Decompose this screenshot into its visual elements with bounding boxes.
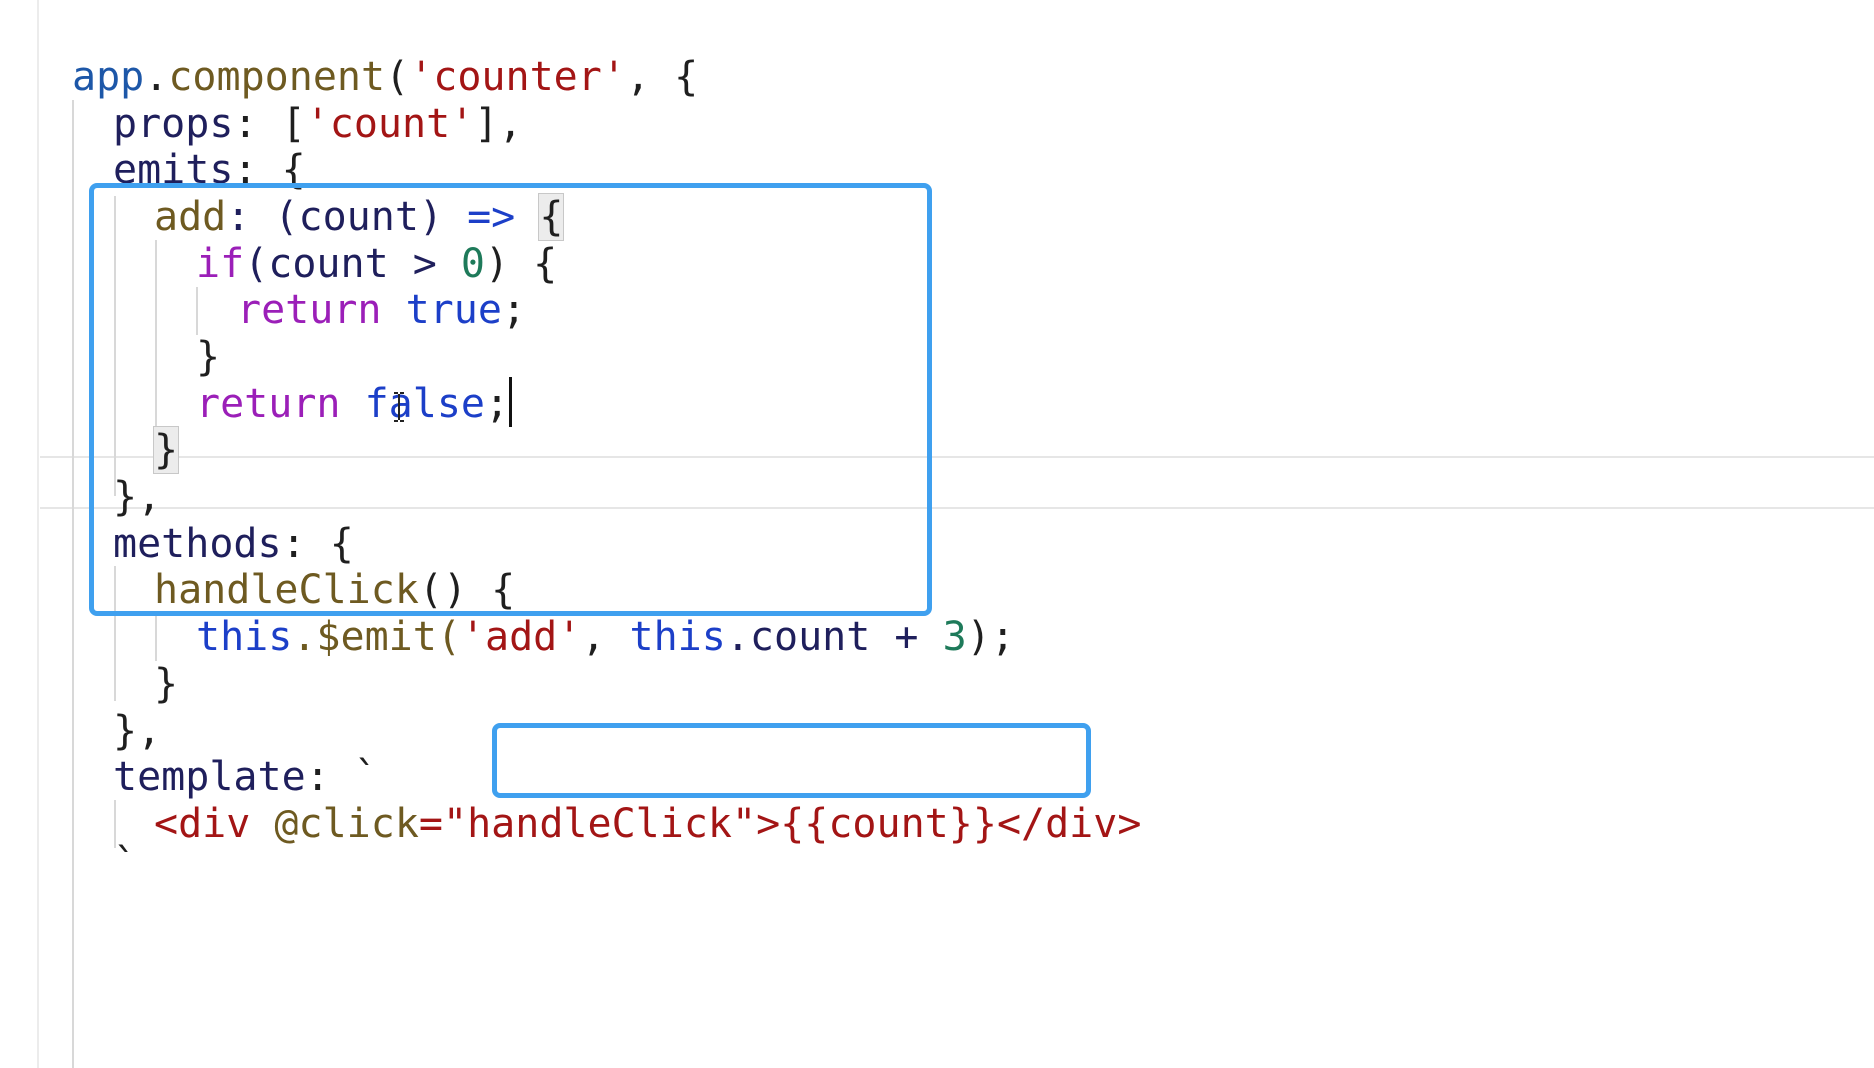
- code-editor[interactable]: app.component('counter', { props: ['coun…: [0, 0, 1874, 1068]
- token-method: .$emit(: [292, 614, 461, 660]
- token-method: component: [168, 54, 386, 100]
- token-number: 3: [942, 614, 967, 660]
- token-punctuation: =: [418, 801, 444, 847]
- i-beam-cursor-icon: [394, 392, 404, 422]
- token-punctuation: },: [113, 708, 162, 754]
- emit-args-highlight-box: [492, 723, 1091, 798]
- token-expression: .count +: [725, 614, 943, 660]
- gutter-divider: [37, 0, 39, 1068]
- token-punctuation: }: [154, 661, 179, 707]
- token-string: 'add': [460, 614, 582, 660]
- token-punctuation: .: [144, 54, 169, 100]
- token-string: 'counter': [409, 54, 626, 100]
- token-attribute-value: "handleClick": [443, 801, 757, 847]
- code-line[interactable]: `: [113, 836, 137, 892]
- token-tag: </div>: [996, 801, 1142, 847]
- token-punctuation: `: [113, 841, 138, 887]
- token-property: props: [113, 101, 234, 147]
- token-interpolation: {{count}}: [780, 801, 997, 847]
- token-punctuation: , {: [625, 54, 699, 100]
- token-punctuation: ],: [474, 101, 523, 147]
- token-identifier: app: [72, 54, 145, 100]
- token-string: 'count': [305, 101, 475, 147]
- token-punctuation: : `: [305, 754, 378, 800]
- token-punctuation: ,: [581, 614, 630, 660]
- token-punctuation: : [: [233, 101, 306, 147]
- emits-highlight-box: [89, 183, 932, 616]
- token-tag: >: [756, 801, 781, 847]
- token-property: template: [113, 754, 306, 800]
- code-line[interactable]: this.$emit('add', this.count + 3);: [196, 609, 1015, 665]
- token-attribute: @click: [274, 801, 419, 847]
- indent-guide: [72, 100, 74, 1068]
- token-tag: <div: [154, 801, 275, 847]
- token-punctuation: (: [385, 54, 410, 100]
- token-this: this: [196, 614, 293, 660]
- code-line[interactable]: <div @click="handleClick">{{count}}</div…: [154, 796, 1141, 852]
- indent-guide: [155, 613, 157, 661]
- token-punctuation: );: [966, 614, 1015, 660]
- token-this: this: [629, 614, 726, 660]
